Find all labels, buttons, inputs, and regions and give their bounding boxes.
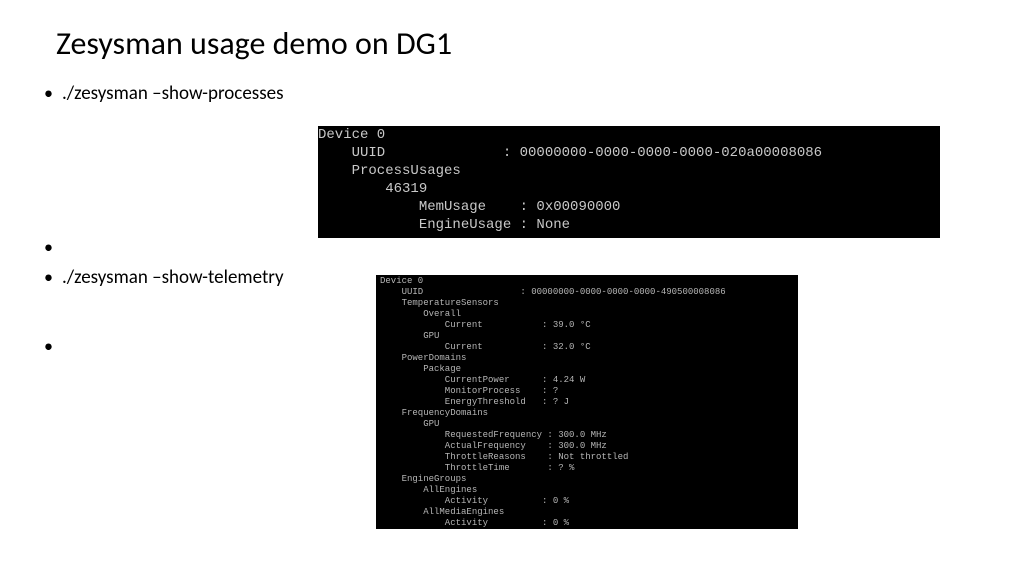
bullet-show-processes: ./zesysman –show-processes [44, 81, 968, 107]
slide-title: Zesysman usage demo on DG1 [56, 24, 968, 63]
terminal-output-telemetry: Device 0 UUID : 00000000-0000-0000-0000-… [376, 275, 798, 529]
terminal-output-processes: Device 0 UUID : 00000000-0000-0000-0000-… [318, 126, 940, 238]
bullet-empty-1 [44, 235, 968, 259]
